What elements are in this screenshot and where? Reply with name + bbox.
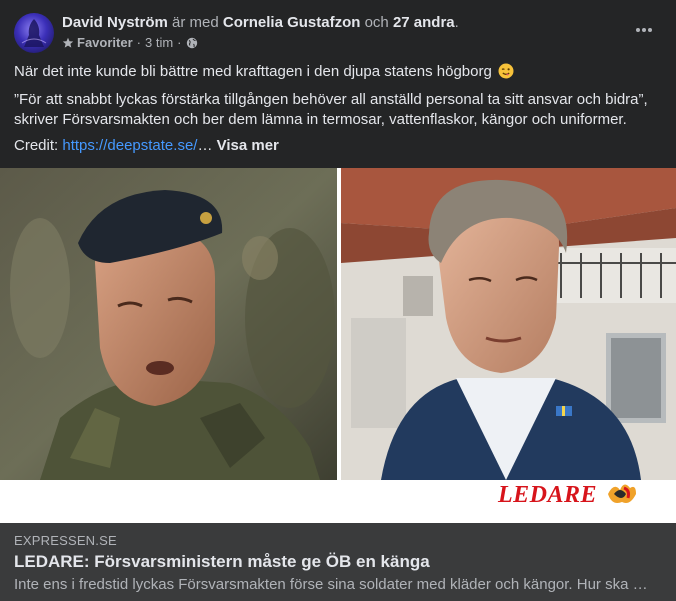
post-time[interactable]: 3 tim bbox=[145, 35, 173, 51]
link-preview[interactable]: EXPRESSEN.SE LEDARE: Försvarsministern m… bbox=[0, 523, 676, 601]
photo-general bbox=[0, 168, 337, 480]
and-text: och bbox=[364, 14, 389, 31]
post-image[interactable]: LEDARE bbox=[0, 168, 676, 523]
audience-label[interactable]: Favoriter bbox=[77, 35, 133, 51]
body-line1: När det inte kunde bli bättre med kraftt… bbox=[14, 63, 492, 80]
see-more-link[interactable]: Visa mer bbox=[217, 137, 279, 154]
preview-title[interactable]: LEDARE: Försvarsministern måste ge ÖB en… bbox=[14, 552, 430, 572]
post-body: När det inte kunde bli bättre med kraftt… bbox=[14, 62, 664, 162]
tagged-others[interactable]: 27 andra bbox=[393, 14, 455, 31]
post-credit: Credit: https://deepstate.se/… Visa mer bbox=[14, 136, 664, 156]
tagged-person[interactable]: Cornelia Gustafzon bbox=[223, 14, 361, 31]
meta-separator: · bbox=[136, 35, 141, 50]
author-avatar[interactable] bbox=[14, 13, 54, 53]
post-text-line1: När det inte kunde bli bättre med kraftt… bbox=[14, 62, 664, 82]
preview-domain: EXPRESSEN.SE bbox=[14, 533, 117, 548]
post-meta: Favoriter · 3 tim · bbox=[62, 35, 198, 51]
photo-minister bbox=[341, 168, 676, 480]
with-text: är med bbox=[172, 14, 219, 31]
star-icon bbox=[62, 37, 74, 48]
credit-ellipsis: … bbox=[197, 137, 213, 154]
more-dots-icon bbox=[636, 28, 652, 32]
flame-logo-icon bbox=[608, 484, 636, 503]
wink-emoji-icon bbox=[498, 63, 514, 79]
credit-link[interactable]: https://deepstate.se/ bbox=[62, 137, 197, 154]
period: . bbox=[454, 14, 459, 31]
meta-separator: · bbox=[177, 35, 182, 50]
globe-icon bbox=[186, 37, 197, 49]
credit-label: Credit: bbox=[14, 137, 59, 154]
ledare-logo: LEDARE bbox=[498, 482, 598, 508]
author-line: David Nyström är med Cornelia Gustafzon … bbox=[62, 14, 459, 32]
preview-description: Inte ens i fredstid lyckas Försvarsmakte… bbox=[14, 576, 648, 593]
author-name[interactable]: David Nyström bbox=[62, 14, 168, 31]
post-header: David Nyström är med Cornelia Gustafzon … bbox=[0, 0, 676, 60]
post-quote: ”För att snabbt lyckas förstärka tillgån… bbox=[14, 91, 648, 128]
feed-post: David Nyström är med Cornelia Gustafzon … bbox=[0, 0, 676, 601]
post-options-button[interactable] bbox=[628, 18, 660, 42]
